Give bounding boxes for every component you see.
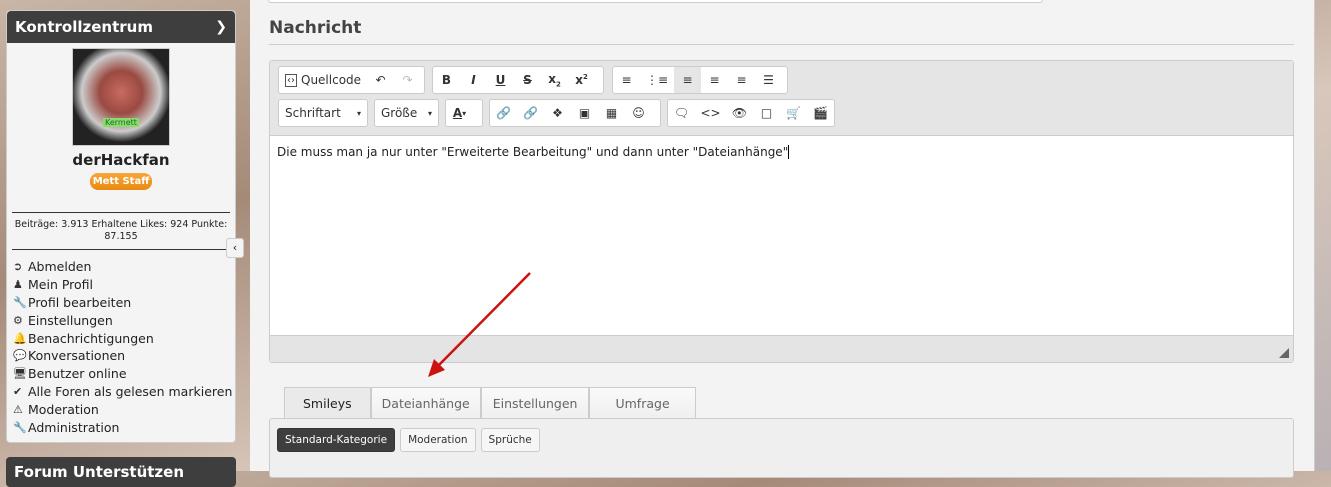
- editor-toolbar: ‹› Quellcode ↶ ↷ B I U S x2 x2 ≡ ⋮≡ ≡ ≡ ≡…: [270, 61, 1293, 136]
- category-sprueche[interactable]: Sprüche: [480, 428, 540, 452]
- control-center-panel: Kontrollzentrum ❯ Kermett derHackfan Mett…: [6, 10, 236, 443]
- menu-item-abmelden[interactable]: ➲ Abmelden: [13, 258, 235, 276]
- table-icon[interactable]: ▦: [598, 100, 625, 126]
- menu-item-label: Benutzer online: [28, 366, 127, 382]
- font-family-select[interactable]: Schriftart ▾: [279, 100, 367, 126]
- strikethrough-button[interactable]: S: [514, 67, 541, 93]
- bold-button[interactable]: B: [433, 67, 460, 93]
- wrench-icon: 🔧: [13, 420, 27, 434]
- forum-support-header[interactable]: Forum Unterstützen: [6, 457, 236, 487]
- dropbox-icon[interactable]: ❖: [544, 100, 571, 126]
- previous-field: [268, 0, 1043, 3]
- menu-item-administration[interactable]: 🔧 Administration: [13, 419, 235, 437]
- bell-icon: 🔔: [13, 331, 27, 345]
- check-icon: ✔: [13, 385, 23, 399]
- tab-settings[interactable]: Einstellungen: [480, 387, 590, 419]
- smiley-panel: Standard-Kategorie Moderation Sprüche: [269, 418, 1294, 478]
- username[interactable]: derHackfan: [7, 151, 235, 169]
- superscript-button[interactable]: x2: [568, 67, 595, 93]
- menu-item-profil-bearbeiten[interactable]: 🔧 Profil bearbeiten: [13, 294, 235, 312]
- resize-handle[interactable]: [1279, 348, 1289, 358]
- tab-attachments[interactable]: Dateianhänge: [370, 387, 481, 419]
- page-title: Nachricht: [269, 18, 362, 38]
- menu-item-label: Einstellungen: [28, 312, 113, 328]
- menu-item-konversationen[interactable]: 💬 Konversationen: [13, 347, 235, 365]
- cart-icon[interactable]: 🛒: [780, 100, 807, 126]
- text-color-label: A: [452, 106, 463, 120]
- unlink-icon[interactable]: 🔗: [517, 100, 544, 126]
- chevron-down-icon[interactable]: ❯: [215, 11, 227, 43]
- menu-item-label: Konversationen: [28, 348, 126, 364]
- redo-button[interactable]: ↷: [394, 67, 421, 93]
- text-box-icon[interactable]: □: [753, 100, 780, 126]
- menu-item-label: Moderation: [28, 402, 99, 418]
- italic-button[interactable]: I: [460, 67, 487, 93]
- text-color-button[interactable]: A ▾: [446, 100, 473, 126]
- user-icon: ♟: [13, 277, 23, 291]
- user-stats: Beiträge: 3.913 Erhaltene Likes: 924 Pun…: [14, 219, 228, 242]
- align-center-button[interactable]: ≡: [701, 67, 728, 93]
- menu-item-moderation[interactable]: ⚠ Moderation: [13, 401, 235, 419]
- comments-icon: 💬: [13, 349, 27, 363]
- editor-statusbar: [270, 335, 1293, 362]
- justify-button[interactable]: ☰: [755, 67, 782, 93]
- main-content: Nachricht ‹› Quellcode ↶ ↷ B I U S x2 x2 …: [250, 0, 1315, 478]
- code-icon[interactable]: <>: [695, 100, 726, 126]
- rich-text-editor: ‹› Quellcode ↶ ↷ B I U S x2 x2 ≡ ⋮≡ ≡ ≡ ≡…: [269, 60, 1294, 363]
- underline-button[interactable]: U: [487, 67, 514, 93]
- menu-item-label: Abmelden: [28, 258, 92, 274]
- spoiler-eye-icon[interactable]: 👁: [726, 100, 753, 126]
- smiley-icon[interactable]: ☺: [625, 100, 652, 126]
- menu-item-label: Administration: [28, 419, 120, 435]
- category-moderation[interactable]: Moderation: [400, 428, 476, 452]
- collapse-sidebar-button[interactable]: ‹: [226, 238, 244, 258]
- divider: [269, 44, 1294, 45]
- quote-icon[interactable]: 🗨: [668, 100, 695, 126]
- menu-item-mein-profil[interactable]: ♟ Mein Profil: [13, 276, 235, 294]
- menu-item-alle-foren-als-gelesen-markieren[interactable]: ✔ Alle Foren als gelesen markieren: [13, 383, 235, 401]
- avatar[interactable]: Kermett: [72, 48, 170, 146]
- ordered-list-button[interactable]: ≡: [613, 67, 640, 93]
- align-right-button[interactable]: ≡: [728, 67, 755, 93]
- menu-item-label: Benachrichtigungen: [28, 330, 154, 346]
- tab-smileys[interactable]: Smileys: [284, 387, 371, 419]
- menu-item-label: Mein Profil: [28, 276, 94, 292]
- control-center-header[interactable]: Kontrollzentrum ❯: [7, 11, 235, 43]
- menu-item-benachrichtigungen[interactable]: 🔔 Benachrichtigungen: [13, 330, 235, 348]
- media-icon[interactable]: 🎬: [807, 100, 834, 126]
- panel-title: Kontrollzentrum: [15, 18, 153, 36]
- warning-icon: ⚠: [13, 403, 23, 417]
- font-size-select[interactable]: Größe ▾: [375, 100, 438, 126]
- editor-tabs: Smileys Dateianhänge Einstellungen Umfra…: [284, 387, 696, 419]
- menu-item-einstellungen[interactable]: ⚙ Einstellungen: [13, 312, 235, 330]
- menu-item-label: Profil bearbeiten: [28, 294, 132, 310]
- avatar-caption: Kermett: [103, 118, 139, 127]
- wrench-icon: 🔧: [13, 295, 27, 309]
- unordered-list-button[interactable]: ⋮≡: [640, 67, 674, 93]
- align-left-button[interactable]: ≡: [674, 67, 702, 93]
- font-family-label: Schriftart: [285, 106, 341, 120]
- source-code-label: Quellcode: [301, 73, 362, 87]
- source-code-button[interactable]: ‹› Quellcode: [279, 67, 367, 93]
- gears-icon: ⚙: [13, 313, 23, 327]
- source-code-icon: ‹›: [285, 73, 297, 87]
- desktop-icon: 🖥: [13, 367, 27, 381]
- message-body-input[interactable]: Die muss man ja nur unter "Erweiterte Be…: [270, 136, 1293, 336]
- category-standard[interactable]: Standard-Kategorie: [277, 428, 396, 452]
- subscript-button[interactable]: x2: [541, 67, 568, 93]
- sign-out-icon: ➲: [13, 259, 23, 273]
- link-icon[interactable]: 🔗: [490, 100, 517, 126]
- image-icon[interactable]: ▣: [571, 100, 598, 126]
- user-title-badge: Mett Staff: [90, 173, 152, 190]
- message-text: Die muss man ja nur unter "Erweiterte Be…: [277, 145, 789, 159]
- tab-poll[interactable]: Umfrage: [589, 387, 696, 419]
- undo-button[interactable]: ↶: [367, 67, 394, 93]
- menu-item-benutzer-online[interactable]: 🖥 Benutzer online: [13, 365, 235, 383]
- menu-item-label: Alle Foren als gelesen markieren: [28, 384, 233, 400]
- font-size-label: Größe: [381, 106, 418, 120]
